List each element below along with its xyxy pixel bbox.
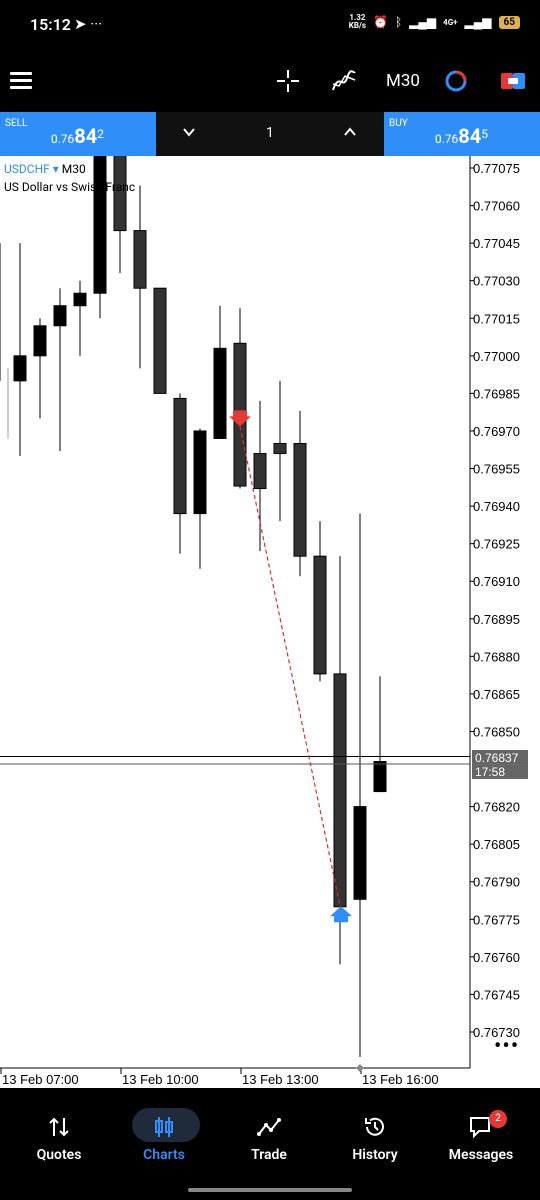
candle-body bbox=[253, 452, 267, 490]
buy-price: 0.76845 bbox=[434, 124, 488, 148]
y-tick-label: 0.76955 bbox=[473, 462, 520, 477]
chart-toolbar: M30 bbox=[0, 52, 540, 112]
y-tick-label: 0.76790 bbox=[473, 875, 520, 890]
countdown-label: 17:58 bbox=[475, 765, 505, 779]
signal-icon: ▂▄▆ bbox=[409, 15, 437, 29]
volume-input[interactable]: 1 bbox=[266, 125, 274, 141]
sell-arrow-icon bbox=[229, 410, 251, 427]
y-tick-label: 0.77030 bbox=[473, 274, 520, 289]
x-tick-label: 13 Feb 13:00 bbox=[242, 1072, 319, 1087]
time-marker-icon bbox=[356, 1064, 364, 1072]
y-tick-label: 0.77000 bbox=[473, 349, 520, 364]
candle-body bbox=[33, 325, 47, 357]
menu-icon[interactable] bbox=[10, 72, 32, 90]
alarm-icon: ⏰ bbox=[373, 15, 388, 29]
candle-body bbox=[293, 442, 307, 557]
nav-trade[interactable]: Trade bbox=[215, 1088, 323, 1178]
telegram-icon: ➤ ··· bbox=[74, 15, 103, 33]
y-tick-label: 0.77060 bbox=[473, 199, 520, 214]
price-chart[interactable]: 0.77075 0.77060 0.77045 0.77030 0.77015 0.770… bbox=[0, 156, 540, 1088]
network-type: 4G+ bbox=[443, 17, 458, 27]
candle-body bbox=[193, 430, 207, 515]
volume-control: 1 bbox=[156, 112, 384, 156]
nav-charts[interactable]: Charts bbox=[110, 1088, 218, 1178]
candlestick-chart[interactable]: 0.77075 0.77060 0.77045 0.77030 0.77015 0.770… bbox=[0, 156, 540, 1088]
bottom-navigation: Quotes Charts Trade History 2 Messages bbox=[0, 1088, 540, 1200]
chart-description: US Dollar vs Swiss Franc bbox=[4, 180, 136, 194]
home-indicator bbox=[188, 1188, 352, 1192]
signal-icon-2: ▂▄▆ bbox=[464, 15, 492, 29]
candle-body bbox=[273, 442, 287, 454]
candle-body bbox=[313, 555, 327, 675]
candle-body bbox=[73, 292, 87, 307]
buy-button[interactable]: BUY 0.76845 bbox=[384, 112, 540, 156]
y-tick-label: 0.77045 bbox=[473, 236, 520, 251]
messages-badge: 2 bbox=[489, 1110, 507, 1128]
y-tick-label: 0.76850 bbox=[473, 724, 520, 739]
y-tick-label: 0.76985 bbox=[473, 386, 520, 401]
candle-body bbox=[133, 230, 147, 289]
more-icon[interactable]: ••• bbox=[494, 1034, 519, 1059]
new-order-icon[interactable] bbox=[500, 68, 526, 94]
bluetooth-icon: ᛒ bbox=[394, 15, 403, 29]
chart-symbol: USDCHF ▾ M30 bbox=[4, 162, 86, 176]
candle-body bbox=[213, 347, 227, 439]
charts-icon bbox=[155, 1117, 173, 1137]
status-bar: 15:12 ➤ ··· 1.32 KB/s ⏰ ᛒ ▂▄▆ 4G+ ▂▄▆ 65 bbox=[0, 0, 540, 52]
y-tick-label: 0.76745 bbox=[473, 987, 520, 1002]
y-tick-label: 0.76820 bbox=[473, 800, 520, 815]
candle-body bbox=[353, 806, 367, 900]
y-tick-label: 0.76760 bbox=[473, 950, 520, 965]
x-tick-label: 13 Feb 10:00 bbox=[122, 1072, 199, 1087]
net-speed: 1.32 KB/s bbox=[348, 13, 367, 30]
y-tick-label: 0.76865 bbox=[473, 687, 520, 702]
nav-messages[interactable]: 2 Messages bbox=[427, 1088, 535, 1178]
y-tick-label: 0.76970 bbox=[473, 424, 520, 439]
x-tick-label: 13 Feb 16:00 bbox=[362, 1072, 439, 1087]
volume-decrease-icon[interactable] bbox=[183, 126, 195, 138]
trade-icon bbox=[257, 1118, 281, 1136]
timeframe-button[interactable]: M30 bbox=[386, 71, 420, 91]
y-tick-label: 0.76895 bbox=[473, 612, 520, 627]
sell-price: 0.76842 bbox=[50, 124, 104, 148]
y-tick-label: 0.76925 bbox=[473, 537, 520, 552]
candle-body bbox=[13, 355, 27, 382]
one-click-trade-panel: SELL 0.76842 1 BUY 0.76845 bbox=[0, 112, 540, 156]
buy-arrow-icon bbox=[330, 906, 352, 923]
candle-body bbox=[153, 287, 167, 394]
nav-quotes[interactable]: Quotes bbox=[5, 1088, 113, 1178]
sell-button[interactable]: SELL 0.76842 bbox=[0, 112, 156, 156]
objects-icon[interactable] bbox=[443, 68, 469, 94]
candle-body bbox=[333, 673, 347, 908]
current-price-label: 0.76837 bbox=[475, 751, 519, 765]
status-time: 15:12 bbox=[30, 15, 71, 34]
y-tick-label: 0.76805 bbox=[473, 837, 520, 852]
y-tick-label: 0.77075 bbox=[473, 161, 520, 176]
history-icon bbox=[365, 1117, 384, 1136]
quotes-icon bbox=[49, 1117, 69, 1137]
candle-body bbox=[93, 156, 107, 294]
status-icons: 1.32 KB/s ⏰ ᛒ ▂▄▆ 4G+ ▂▄▆ 65 bbox=[349, 14, 520, 30]
y-tick-label: 0.77015 bbox=[473, 311, 520, 326]
y-tick-label: 0.76910 bbox=[473, 574, 520, 589]
candle-body bbox=[173, 397, 187, 515]
volume-increase-icon[interactable] bbox=[344, 126, 356, 138]
y-tick-label: 0.76775 bbox=[473, 912, 520, 927]
crosshair-icon[interactable] bbox=[275, 68, 301, 94]
battery-icon: 65 bbox=[498, 15, 520, 29]
candle-body bbox=[53, 305, 67, 327]
x-tick-label: 13 Feb 07:00 bbox=[2, 1072, 79, 1087]
indicators-icon[interactable] bbox=[331, 68, 357, 94]
y-tick-label: 0.76880 bbox=[473, 649, 520, 664]
nav-history[interactable]: History bbox=[321, 1088, 429, 1178]
y-tick-label: 0.76940 bbox=[473, 499, 520, 514]
candle-body bbox=[373, 761, 387, 793]
